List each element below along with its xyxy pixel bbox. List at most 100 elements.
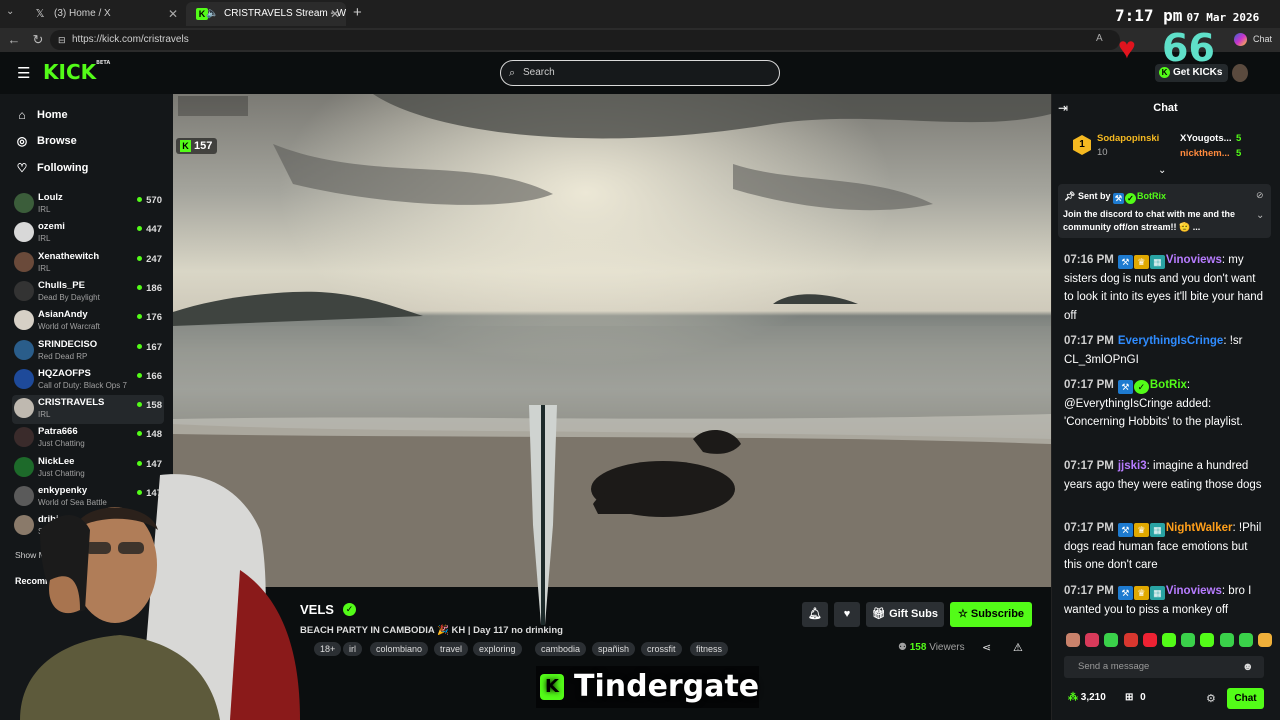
emoji-picker-icon[interactable]: ☻ <box>1242 656 1254 678</box>
browser-chat-button[interactable]: Chat <box>1253 34 1272 44</box>
sidebar-channel-xenathewitch[interactable]: Xenathewitch IRL 247 <box>12 249 164 278</box>
follow-heart-button[interactable]: ♥ <box>834 602 860 627</box>
quick-emote-icon[interactable] <box>1162 633 1176 647</box>
gifter-3-name[interactable]: nickthem... <box>1180 148 1230 159</box>
quick-emote-icon[interactable] <box>1085 633 1100 647</box>
tag-8[interactable]: fitness <box>690 642 729 656</box>
tab-kick-stream[interactable]: K 🔈 CRISTRAVELS Stream - Watch ✕ <box>186 2 346 26</box>
quick-emote-icon[interactable] <box>1219 633 1234 647</box>
sidebar-channel-patra666[interactable]: Patra666 Just Chatting 148 <box>12 424 164 453</box>
pinned-sent-by-label: Sent by <box>1077 191 1111 201</box>
clock-date: 07 Mar 2026 <box>1186 11 1260 24</box>
sidebar-channel-chulls_pe[interactable]: Chulls_PE Dead By Daylight 186 <box>12 278 164 307</box>
video-player[interactable] <box>173 94 1051 587</box>
pinned-sender: BotRix <box>1136 191 1166 201</box>
read-aloud-icon[interactable]: A <box>1096 33 1103 44</box>
chat-message: 07:17 PM jjski3: imagine a hundred years … <box>1064 460 1262 491</box>
channel-category: Red Dead RP <box>38 351 88 361</box>
nav-browse[interactable]: ◎ Browse <box>14 133 77 149</box>
quick-emote-icon[interactable] <box>1238 633 1253 647</box>
quick-emote-icon[interactable] <box>1066 633 1080 647</box>
chat-settings-icon[interactable]: ⚙ <box>1206 692 1216 705</box>
url-field[interactable]: ⊟ https://kick.com/cristravels <box>50 30 1120 50</box>
sidebar-channel-hqzaofps[interactable]: HQZAOFPS Call of Duty: Black Ops 7 166 <box>12 366 164 395</box>
nav-following[interactable]: ♡ Following <box>14 160 89 176</box>
quick-emote-icon[interactable] <box>1200 633 1215 647</box>
menu-icon[interactable]: ☰ <box>17 64 30 82</box>
nav-following-label: Following <box>37 162 89 174</box>
subscribe-button[interactable]: ☆ Subscribe <box>950 602 1032 627</box>
quick-emote-icon[interactable] <box>1123 633 1138 647</box>
channel-name[interactable]: VELS <box>300 602 334 617</box>
paddle-object <box>529 405 557 625</box>
expand-pin-icon[interactable]: ⌄ <box>1256 210 1264 221</box>
gift-count: 0 <box>1140 692 1146 703</box>
report-icon[interactable]: ⚠ <box>1013 641 1023 654</box>
quick-emote-icon[interactable] <box>1104 633 1119 647</box>
gift-counter[interactable]: ⊞ 0 <box>1125 692 1146 703</box>
top-gifter-name[interactable]: Sodapopinski <box>1097 133 1159 144</box>
message-user[interactable]: EverythingIsCringe <box>1118 335 1223 347</box>
tab-x-home[interactable]: 𝕏 (3) Home / X ✕ <box>24 2 184 26</box>
gift-icon: 🎁︎ <box>872 608 890 620</box>
notify-bell-button[interactable]: 🔔︎ <box>802 602 828 627</box>
channel-name: SRINDECISO <box>38 338 98 350</box>
send-chat-button[interactable]: Chat <box>1227 688 1264 709</box>
message-user[interactable]: NightWalker <box>1166 522 1233 534</box>
message-user[interactable]: BotRix <box>1150 379 1187 391</box>
subscriber-badge-icon: ▦ <box>1149 586 1165 600</box>
sidebar-channel-loulz[interactable]: Loulz IRL 570 <box>12 190 164 219</box>
share-icon[interactable]: ⋖ <box>982 641 991 654</box>
speaker-icon[interactable]: 🔈 <box>206 2 218 26</box>
chevron-down-icon[interactable]: ⌄ <box>1158 165 1166 176</box>
nav-home[interactable]: ⌂ Home <box>14 107 67 123</box>
kick-points[interactable]: ⁂ 3,210 <box>1068 692 1106 703</box>
tag-2[interactable]: colombiano <box>370 642 429 656</box>
points-icon: ⁂ <box>1068 692 1081 703</box>
tag-5[interactable]: cambodia <box>535 642 587 656</box>
close-tab-icon[interactable]: ✕ <box>330 2 340 26</box>
user-avatar[interactable] <box>1232 64 1248 82</box>
pinned-message[interactable]: 📌︎ Sent by ⚒ ✓ BotRix Join the discord to … <box>1058 184 1271 238</box>
back-icon[interactable]: ← <box>6 32 22 48</box>
pin-icon: 📌︎ <box>1064 191 1078 201</box>
channel-viewers: 570 <box>137 195 162 206</box>
tag-4[interactable]: exploring <box>473 642 522 656</box>
tag-0[interactable]: 18+ <box>314 642 342 656</box>
tag-1[interactable]: irl <box>343 642 362 656</box>
sidebar-channel-ozemi[interactable]: ozemi IRL 447 <box>12 219 164 248</box>
gift-subs-button[interactable]: 🎁︎ Gift Subs <box>866 602 944 627</box>
sidebar-channel-asianandy[interactable]: AsianAndy World of Warcraft 176 <box>12 307 164 336</box>
sidebar-channel-cristravels[interactable]: CRISTRAVELS IRL 158 <box>12 395 164 425</box>
viewers-label: Viewers <box>929 642 965 653</box>
sidebar-channel-srindeciso[interactable]: SRINDECISO Red Dead RP 167 <box>12 337 164 366</box>
chat-message-input[interactable]: Send a message ☻ <box>1064 656 1264 678</box>
message-user[interactable]: Vinoviews <box>1166 254 1222 266</box>
site-info-icon[interactable]: ⊟ <box>58 30 66 50</box>
gifter-3-count: 5 <box>1236 148 1242 159</box>
tag-7[interactable]: crossfit <box>641 642 682 656</box>
quick-emote-icon[interactable] <box>1258 633 1272 647</box>
tag-6[interactable]: spañish <box>592 642 636 656</box>
channel-category: World of Warcraft <box>38 322 100 332</box>
gifter-2-name[interactable]: XYougots... <box>1180 133 1232 144</box>
message-user[interactable]: Vinoviews <box>1166 585 1222 597</box>
message-user[interactable]: jjski3 <box>1118 460 1147 472</box>
quick-emote-icon[interactable] <box>1142 633 1157 647</box>
channel-name: ozemi <box>38 221 65 233</box>
kick-logo[interactable]: KICKBETA <box>43 60 110 84</box>
channel-name: HQZAOFPS <box>38 367 91 379</box>
close-tab-icon[interactable]: ✕ <box>168 2 178 26</box>
reload-icon[interactable]: ↻ <box>30 32 46 48</box>
copilot-icon[interactable] <box>1234 33 1247 46</box>
tag-3[interactable]: travel <box>434 642 469 656</box>
hide-pin-icon[interactable]: ⊘ <box>1256 190 1264 201</box>
crown-badge-icon: ♛ <box>1133 255 1149 269</box>
channel-viewers: 158 <box>137 400 162 411</box>
tab-list-dropdown-icon[interactable]: ⌄ <box>6 6 14 17</box>
new-tab-icon[interactable]: + <box>353 4 362 21</box>
subscriber-badge-icon: ▦ <box>1149 523 1165 537</box>
quick-emote-icon[interactable] <box>1181 633 1196 647</box>
url-text: https://kick.com/cristravels <box>72 34 189 45</box>
search-input[interactable]: ⌕ Search <box>500 60 780 86</box>
